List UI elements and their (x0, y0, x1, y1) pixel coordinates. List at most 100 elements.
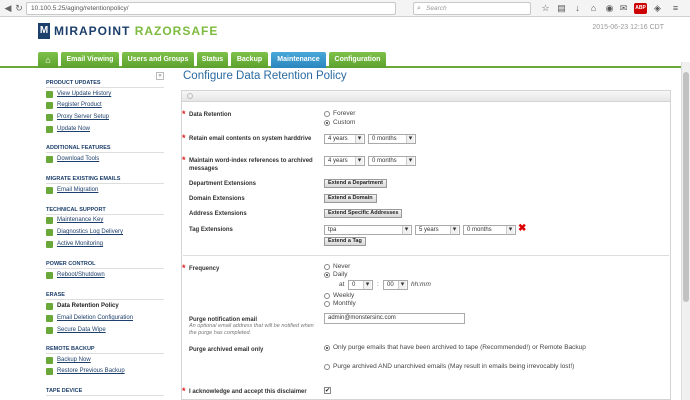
tag-select[interactable]: tpa (324, 225, 412, 235)
required-icon: * (182, 386, 186, 396)
purge-email-input[interactable]: admin@monstersinc.com (324, 313, 465, 324)
label-text: I acknowledge and accept this disclaimer (189, 389, 307, 395)
option-label: Daily (333, 271, 348, 278)
sidebar-item-maintenance-key[interactable]: Maintenance Key (46, 216, 164, 225)
reading-list-icon[interactable]: ▤ (556, 3, 567, 14)
remove-tag-icon[interactable]: ✖ (518, 224, 526, 234)
sidebar-item-label: View Update History (57, 91, 112, 97)
bullet-icon (46, 156, 53, 163)
bullet-icon (46, 327, 53, 334)
sidebar-item-view-update-history[interactable]: View Update History (46, 90, 164, 99)
section-divider (183, 255, 669, 256)
collapse-sidebar-icon[interactable]: « (156, 72, 164, 80)
reload-icon[interactable]: ↻ (14, 3, 24, 13)
index-years-select[interactable]: 4 years (324, 156, 365, 166)
extend-address-button[interactable]: Extend Specific Addresses (324, 209, 403, 218)
tab-users-groups[interactable]: Users and Groups (122, 52, 194, 68)
frequency-daily-option[interactable]: Daily (324, 271, 347, 279)
download-icon[interactable]: ↓ (572, 3, 583, 14)
frequency-never-option[interactable]: Never (324, 263, 350, 271)
radio-icon (324, 264, 330, 270)
sidebar-section-migrate: MIGRATE EXISTING EMAILS (46, 176, 164, 184)
retain-years-select[interactable]: 4 years (324, 134, 365, 144)
sidebar-section-technical-support: TECHNICAL SUPPORT (46, 207, 164, 215)
sidebar-item-email-migration[interactable]: Email Migration (46, 186, 164, 195)
retention-forever-option[interactable]: Forever (324, 110, 355, 118)
sidebar-item-data-retention-policy[interactable]: Data Retention Policy (46, 302, 164, 311)
home-icon[interactable]: ⌂ (588, 3, 599, 14)
retain-months-select[interactable]: 0 months (368, 134, 416, 144)
logo: M MIRAPOINT RAZORSAFE (38, 22, 218, 40)
bullet-icon (46, 91, 53, 98)
tab-status[interactable]: Status (197, 52, 228, 68)
retention-custom-option[interactable]: Custom (324, 119, 355, 127)
tab-home[interactable]: ⌂ (38, 52, 58, 68)
maintain-index-label: * Maintain word-index references to archi… (182, 156, 317, 173)
tab-maintenance[interactable]: Maintenance (271, 52, 326, 68)
index-months-select[interactable]: 0 months (368, 156, 416, 166)
url-bar[interactable]: 10.100.5.25/aging/retentionpolicy/ (26, 2, 396, 15)
back-icon[interactable]: ◀ (3, 3, 13, 13)
sidebar-section-product-updates: PRODUCT UPDATES (46, 80, 164, 88)
acknowledge-checkbox[interactable]: ✔ (324, 387, 331, 394)
logo-accent: RAZORSAFE (134, 24, 219, 38)
time-format-hint: hh:mm (411, 281, 431, 288)
shield-icon[interactable]: ◈ (652, 3, 663, 14)
acknowledge-label: * I acknowledge and accept this disclaime… (182, 387, 317, 396)
domain-extensions-label: Domain Extensions (189, 196, 245, 202)
logo-main: MIRAPOINT (54, 24, 131, 38)
sidebar-item-download-tools[interactable]: Download Tools (46, 155, 164, 164)
extend-tag-button[interactable]: Extend a Tag (324, 237, 366, 246)
panel-toggle-icon[interactable] (187, 93, 193, 99)
bullet-icon (46, 303, 53, 310)
sidebar-section-remote-backup: REMOTE BACKUP (46, 346, 164, 354)
sidebar-item-diagnostics-log[interactable]: Diagnostics Log Delivery (46, 228, 164, 237)
sidebar-item-label: Proxy Server Setup (57, 114, 110, 120)
tag-years-select[interactable]: 5 years (415, 225, 460, 235)
option-label: Never (333, 263, 351, 270)
sidebar-item-register-product[interactable]: Register Product (46, 101, 164, 110)
radio-icon (324, 111, 330, 117)
sidebar-item-reboot-shutdown[interactable]: Reboot/Shutdown (46, 271, 164, 280)
radio-icon (324, 293, 330, 299)
sidebar-section-erase: ERASE (46, 292, 164, 300)
scrollbar-thumb[interactable] (683, 72, 689, 302)
frequency-monthly-option[interactable]: Monthly (324, 300, 356, 308)
frequency-weekly-option[interactable]: Weekly (324, 292, 354, 300)
page-title: Configure Data Retention Policy (183, 70, 347, 82)
tag-extensions-label: Tag Extensions (189, 227, 233, 233)
purge-all-option[interactable]: Purge archived AND unarchived emails (Ma… (324, 363, 624, 371)
adblock-icon[interactable]: ABP (634, 3, 647, 14)
bullet-icon (46, 315, 53, 322)
at-text: at (339, 281, 345, 288)
extend-department-button[interactable]: Extend a Department (324, 179, 388, 188)
tag-months-select[interactable]: 0 months (463, 225, 516, 235)
logo-mark: M (38, 23, 50, 39)
pocket-icon[interactable]: ◉ (604, 3, 615, 14)
sidebar-item-secure-data-wipe[interactable]: Secure Data Wipe (46, 326, 164, 335)
radio-icon (324, 364, 330, 370)
sidebar-section-additional-features: ADDITIONAL FEATURES (46, 145, 164, 153)
sidebar-item-proxy-server-setup[interactable]: Proxy Server Setup (46, 113, 164, 122)
sidebar-item-update-now[interactable]: Update Now (46, 125, 164, 134)
page-scrollbar[interactable] (681, 62, 690, 400)
tab-configuration[interactable]: Configuration (329, 52, 386, 68)
purge-archived-only-option[interactable]: Only purge emails that have been archive… (324, 344, 624, 352)
extend-domain-button[interactable]: Extend a Domain (324, 194, 377, 203)
sidebar-item-restore-backup[interactable]: Restore Previous Backup (46, 367, 164, 376)
sidebar-item-active-monitoring[interactable]: Active Monitoring (46, 240, 164, 249)
extension-icon[interactable]: ✉ (618, 3, 629, 14)
frequency-minute-select[interactable]: 00 (383, 280, 408, 290)
menu-icon[interactable]: ≡ (670, 3, 681, 14)
search-icon: ⌕ (417, 5, 421, 12)
frequency-hour-select[interactable]: 0 (348, 280, 373, 290)
radio-icon (324, 301, 330, 307)
sidebar-item-label: Data Retention Policy (57, 303, 119, 309)
bullet-icon (46, 241, 53, 248)
sidebar-item-backup-now[interactable]: Backup Now (46, 356, 164, 365)
browser-search-input[interactable]: ⌕ Search (413, 2, 531, 15)
sidebar-item-email-deletion-config[interactable]: Email Deletion Configuration (46, 314, 164, 323)
tab-backup[interactable]: Backup (231, 52, 268, 68)
bookmark-star-icon[interactable]: ☆ (540, 3, 551, 14)
tab-email-viewing[interactable]: Email Viewing (61, 52, 119, 68)
